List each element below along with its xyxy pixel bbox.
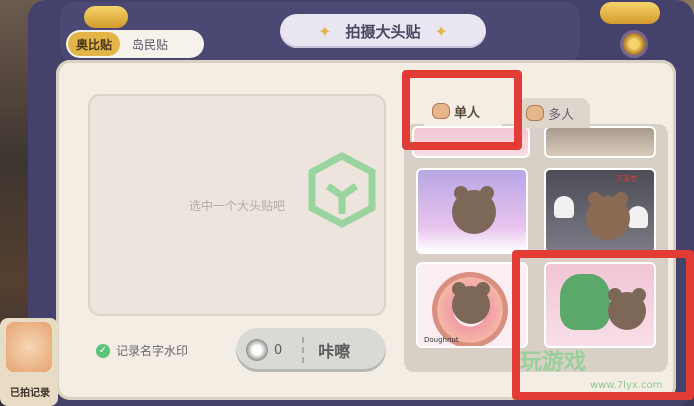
tab-islander-sticker[interactable]: 岛民贴 [124,32,176,56]
sparkle-icon: ✦ [434,21,448,41]
name-watermark-toggle[interactable]: ✓ 记录名字水印 [96,342,188,359]
shoot-label: 咔嚓 [318,342,351,361]
watermark-url: www.7lyx.com [590,380,663,391]
gold-ornament-icon [600,2,660,24]
tab-multi-label: 多人 [548,107,575,123]
gold-ornament-icon [84,6,128,28]
name-watermark-label: 记录名字水印 [116,344,189,358]
sticker-caption: 万圣节 [616,175,637,183]
dialog-title-pill: ✦ 拍摄大头贴 ✦ [280,14,486,48]
bear-character-icon [586,192,630,240]
highlight-box [512,250,694,400]
ghost-icon [628,206,648,228]
dialog-title: 拍摄大头贴 [345,22,421,41]
preview-hint: 选中一个大头贴吧 [188,198,285,213]
coin-icon [246,339,268,361]
sticker-item[interactable]: 万圣节 [544,168,656,254]
bear-face-icon [526,105,544,121]
shoot-button[interactable]: 0 咔嚓 [236,328,386,372]
mode-tabs: 奥比贴 岛民贴 [66,30,204,58]
highlight-box [402,70,522,150]
sticker-caption: Doughnut [424,336,459,344]
tab-multi[interactable]: 多人 [518,98,590,128]
coin-button[interactable] [620,30,648,58]
button-divider [302,337,305,363]
sticker-item[interactable] [544,126,656,158]
watermark-logo-icon [308,152,376,228]
sparkle-icon: ✦ [318,21,332,41]
history-thumbnail [6,322,52,372]
bear-character-icon [452,186,496,234]
ghost-icon [554,196,574,218]
tab-aobi-sticker[interactable]: 奥比贴 [68,32,121,56]
check-icon[interactable]: ✓ [96,343,110,358]
shoot-cost: 0 [274,342,283,358]
sticker-item[interactable] [416,168,528,254]
history-label: 已拍记录 [10,388,50,399]
bear-character-icon [452,282,490,324]
watermark-text: 玩游戏 [520,350,587,375]
